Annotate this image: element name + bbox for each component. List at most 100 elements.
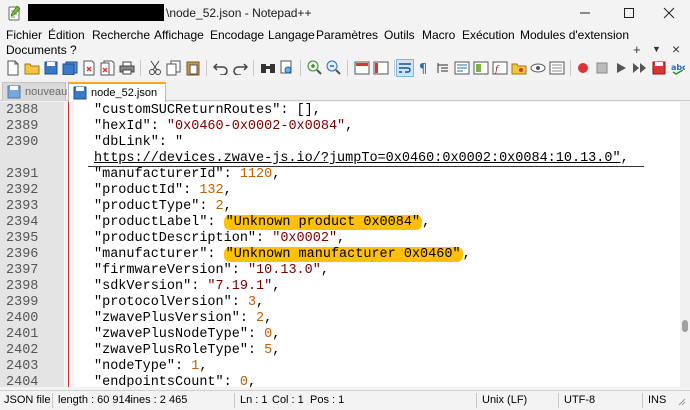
save-button[interactable] — [42, 59, 60, 77]
window-title: \node_52.json - Notepad++ — [166, 6, 312, 20]
cut-icon — [149, 60, 161, 75]
code-line[interactable]: 2396 "manufacturer": "Unknown manufacture… — [0, 247, 680, 263]
code-line[interactable]: 2389 "hexId": "0x0460-0x0002-0x0084", — [0, 119, 680, 135]
line-number: 2399 — [6, 295, 39, 310]
line-text: "customSUCReturnRoutes": [], — [94, 103, 321, 119]
menu-modules[interactable]: Modules d'extension — [520, 28, 629, 42]
menu-execution[interactable]: Exécution — [462, 28, 515, 42]
menu-bar: Fichier Édition Recherche Affichage Enco… — [0, 26, 690, 57]
tab-list-dropdown[interactable]: ▼ — [652, 44, 661, 54]
code-line[interactable]: 2390 "dbLink": " — [0, 135, 680, 151]
menu-affichage[interactable]: Affichage — [154, 28, 204, 42]
line-number: 2393 — [6, 199, 39, 214]
udl-button[interactable] — [453, 59, 471, 77]
status-encoding[interactable]: UTF-8 — [564, 394, 595, 406]
function-list-button[interactable]: f — [491, 59, 509, 77]
zoom-in-button[interactable] — [306, 59, 324, 77]
spell-check-button[interactable]: abc — [669, 59, 687, 77]
close-all-button[interactable] — [99, 59, 117, 77]
menu-langage[interactable]: Langage — [268, 28, 315, 42]
stop-macro-button[interactable] — [593, 59, 611, 77]
code-line[interactable]: 2397 "firmwareVersion": "10.13.0", — [0, 263, 680, 279]
paste-button[interactable] — [184, 59, 202, 77]
menu-outils[interactable]: Outils — [384, 28, 415, 42]
new-file-icon — [7, 60, 19, 76]
tab-label: node_52.json — [91, 87, 158, 99]
code-line[interactable]: 2402 "zwavePlusRoleType": 5, — [0, 343, 680, 359]
code-line[interactable]: 2401 "zwavePlusNodeType": 0, — [0, 327, 680, 343]
play-macro-button[interactable] — [612, 59, 630, 77]
minimize-button[interactable] — [564, 0, 606, 26]
folder-workspace-icon — [511, 63, 527, 75]
monitor-button[interactable] — [529, 59, 547, 77]
url-link[interactable]: https://devices.zwave-js.io/?jumpTo=0x04… — [94, 151, 621, 166]
code-line[interactable]: https://devices.zwave-js.io/?jumpTo=0x04… — [0, 151, 680, 167]
sync-horizontal-button[interactable] — [372, 59, 390, 77]
code-token: "manufacturer": — [94, 247, 224, 262]
menu-parametres[interactable]: Paramètres — [316, 28, 378, 42]
code-line[interactable]: 2393 "productType": 2, — [0, 199, 680, 215]
cut-button[interactable] — [146, 59, 164, 77]
code-line[interactable]: 2392 "productId": 132, — [0, 183, 680, 199]
copy-button[interactable] — [165, 59, 183, 77]
save-macro-button[interactable] — [650, 59, 668, 77]
line-text: "productType": 2, — [94, 199, 232, 215]
maximize-button[interactable] — [608, 0, 650, 26]
line-number: 2400 — [6, 311, 39, 326]
replace-button[interactable] — [278, 59, 296, 77]
close-file-button[interactable] — [80, 59, 98, 77]
menu-fichier[interactable]: Fichier — [6, 28, 42, 42]
folder-workspace-button[interactable] — [510, 59, 528, 77]
close-window-button[interactable] — [648, 0, 690, 26]
resize-grip-icon[interactable] — [676, 396, 686, 406]
print-button[interactable] — [118, 59, 136, 77]
code-token: "manufacturerId": — [94, 167, 240, 182]
record-macro-button[interactable] — [574, 59, 592, 77]
menu-encodage[interactable]: Encodage — [210, 28, 264, 42]
close-doc-button[interactable]: × — [672, 41, 680, 57]
save-all-button[interactable] — [61, 59, 79, 77]
code-line[interactable]: 2394 "productLabel": "Unknown product 0x0… — [0, 215, 680, 231]
code-line[interactable]: 2399 "protocolVersion": 3, — [0, 295, 680, 311]
status-ins-mode[interactable]: INS — [648, 394, 666, 406]
line-text: "productId": 132, — [94, 183, 232, 199]
code-token: , — [272, 279, 281, 294]
sync-vertical-icon — [354, 61, 370, 75]
code-line[interactable]: 2398 "sdkVersion": "7.19.1", — [0, 279, 680, 295]
vertical-scrollbar[interactable] — [680, 102, 690, 387]
new-file-button[interactable] — [4, 59, 22, 77]
editor-area[interactable]: 2388 "customSUCReturnRoutes": [], 2389 "hex… — [0, 102, 680, 387]
code-line[interactable]: 2391 "manufacturerId": 1120, — [0, 167, 680, 183]
menu-macro[interactable]: Macro — [422, 28, 455, 42]
code-line[interactable]: 2403 "nodeType": 1, — [0, 359, 680, 375]
code-token: "productDescription": — [94, 231, 273, 246]
indent-guide-button[interactable] — [434, 59, 452, 77]
tab-nouveau-1[interactable]: nouveau 1 — [2, 82, 76, 101]
undo-icon — [213, 63, 228, 75]
code-line[interactable]: 2404 "endpointsCount": 0, — [0, 375, 680, 387]
add-tab-button[interactable]: + — [633, 42, 641, 57]
scrollbar-thumb[interactable] — [682, 320, 688, 332]
run-macro-multiple-button[interactable] — [631, 59, 649, 77]
tab-node-52-json[interactable]: node_52.json — [68, 82, 166, 102]
word-wrap-button[interactable] — [396, 59, 414, 77]
open-file-button[interactable] — [23, 59, 41, 77]
show-all-chars-button[interactable]: ¶ — [415, 59, 433, 77]
code-line[interactable]: 2388 "customSUCReturnRoutes": [], — [0, 103, 680, 119]
status-eol[interactable]: Unix (LF) — [482, 394, 527, 406]
code-line[interactable]: 2395 "productDescription": "0x0002", — [0, 231, 680, 247]
code-token: 2 — [215, 199, 224, 214]
doc-list-button[interactable] — [548, 59, 566, 77]
menu-help[interactable]: ? — [70, 43, 77, 57]
save-macro-icon — [652, 61, 666, 75]
find-button[interactable] — [259, 59, 277, 77]
zoom-out-button[interactable] — [325, 59, 343, 77]
code-line[interactable]: 2400 "zwavePlusVersion": 2, — [0, 311, 680, 327]
menu-edition[interactable]: Édition — [48, 28, 85, 42]
menu-documents[interactable]: Documents — [6, 43, 67, 57]
menu-recherche[interactable]: Recherche — [92, 28, 150, 42]
sync-vertical-button[interactable] — [353, 59, 371, 77]
redo-button[interactable] — [231, 59, 249, 77]
undo-button[interactable] — [212, 59, 230, 77]
doc-map-button[interactable] — [472, 59, 490, 77]
